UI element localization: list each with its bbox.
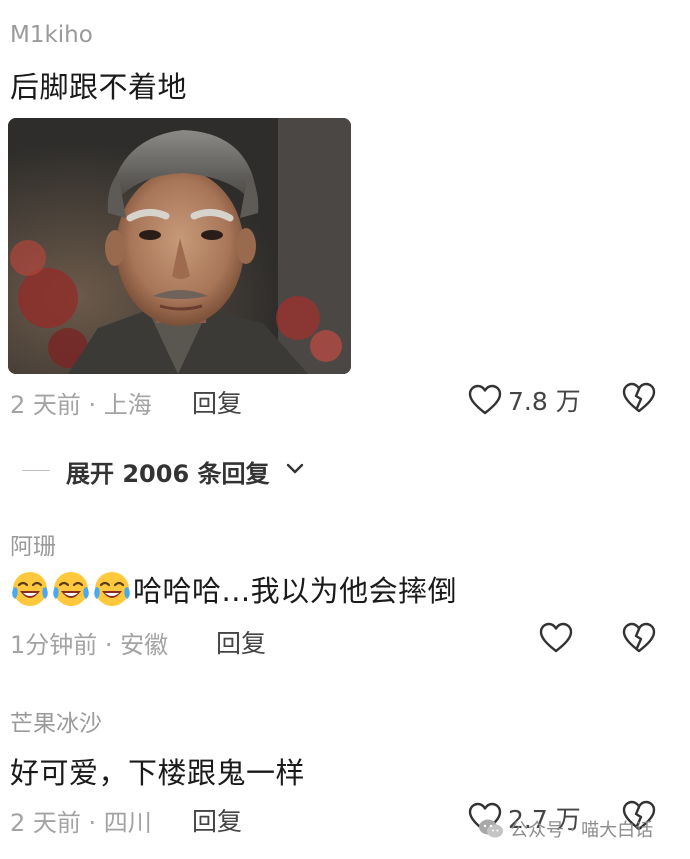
comment-username[interactable]: M1kiho (10, 22, 93, 48)
comment-meta: 1分钟前 · 安徽 (10, 631, 169, 659)
reply-button[interactable]: 回复 (192, 802, 242, 838)
heart-outline-icon (539, 622, 573, 653)
dislike-button[interactable] (622, 622, 656, 658)
watermark: 公众号 · 喵大白话 (478, 816, 653, 842)
laugh-cry-emoji (53, 572, 89, 606)
chevron-down-icon (286, 463, 304, 474)
expand-replies-button[interactable]: 展开 2006 条回复 (0, 448, 690, 492)
watermark-text: 公众号 · 喵大白话 (510, 820, 654, 841)
comment-meta: 2 天前 · 上海 (10, 391, 152, 419)
expand-replies-label: 展开 2006 条回复 (66, 460, 270, 488)
like-button[interactable]: 7.8 万 (468, 382, 581, 418)
broken-heart-icon (622, 622, 656, 653)
movie-still-portrait (8, 118, 351, 374)
comment-text: 后脚跟不着地 (10, 70, 188, 104)
reply-button[interactable]: 回复 (216, 624, 266, 660)
dislike-button[interactable] (622, 382, 656, 418)
divider-line (22, 470, 50, 471)
comment-image[interactable] (8, 118, 351, 374)
laugh-cry-emoji (94, 572, 130, 606)
like-button[interactable] (539, 622, 579, 654)
wechat-icon (479, 819, 503, 838)
reply-button[interactable]: 回复 (192, 384, 242, 420)
comment-username[interactable]: 阿珊 (10, 527, 56, 561)
comment-text: 哈哈哈...我以为他会摔倒 (133, 574, 458, 608)
heart-outline-icon (468, 384, 502, 415)
like-count: 7.8 万 (508, 387, 581, 416)
comment-username[interactable]: 芒果冰沙 (10, 704, 102, 738)
broken-heart-icon (622, 382, 656, 413)
comment-text-row: 哈哈哈...我以为他会摔倒 (10, 568, 457, 610)
comment-meta: 2 天前 · 四川 (10, 809, 152, 837)
comment-text: 好可爱，下楼跟鬼一样 (10, 756, 306, 790)
laugh-cry-emoji (12, 572, 48, 606)
